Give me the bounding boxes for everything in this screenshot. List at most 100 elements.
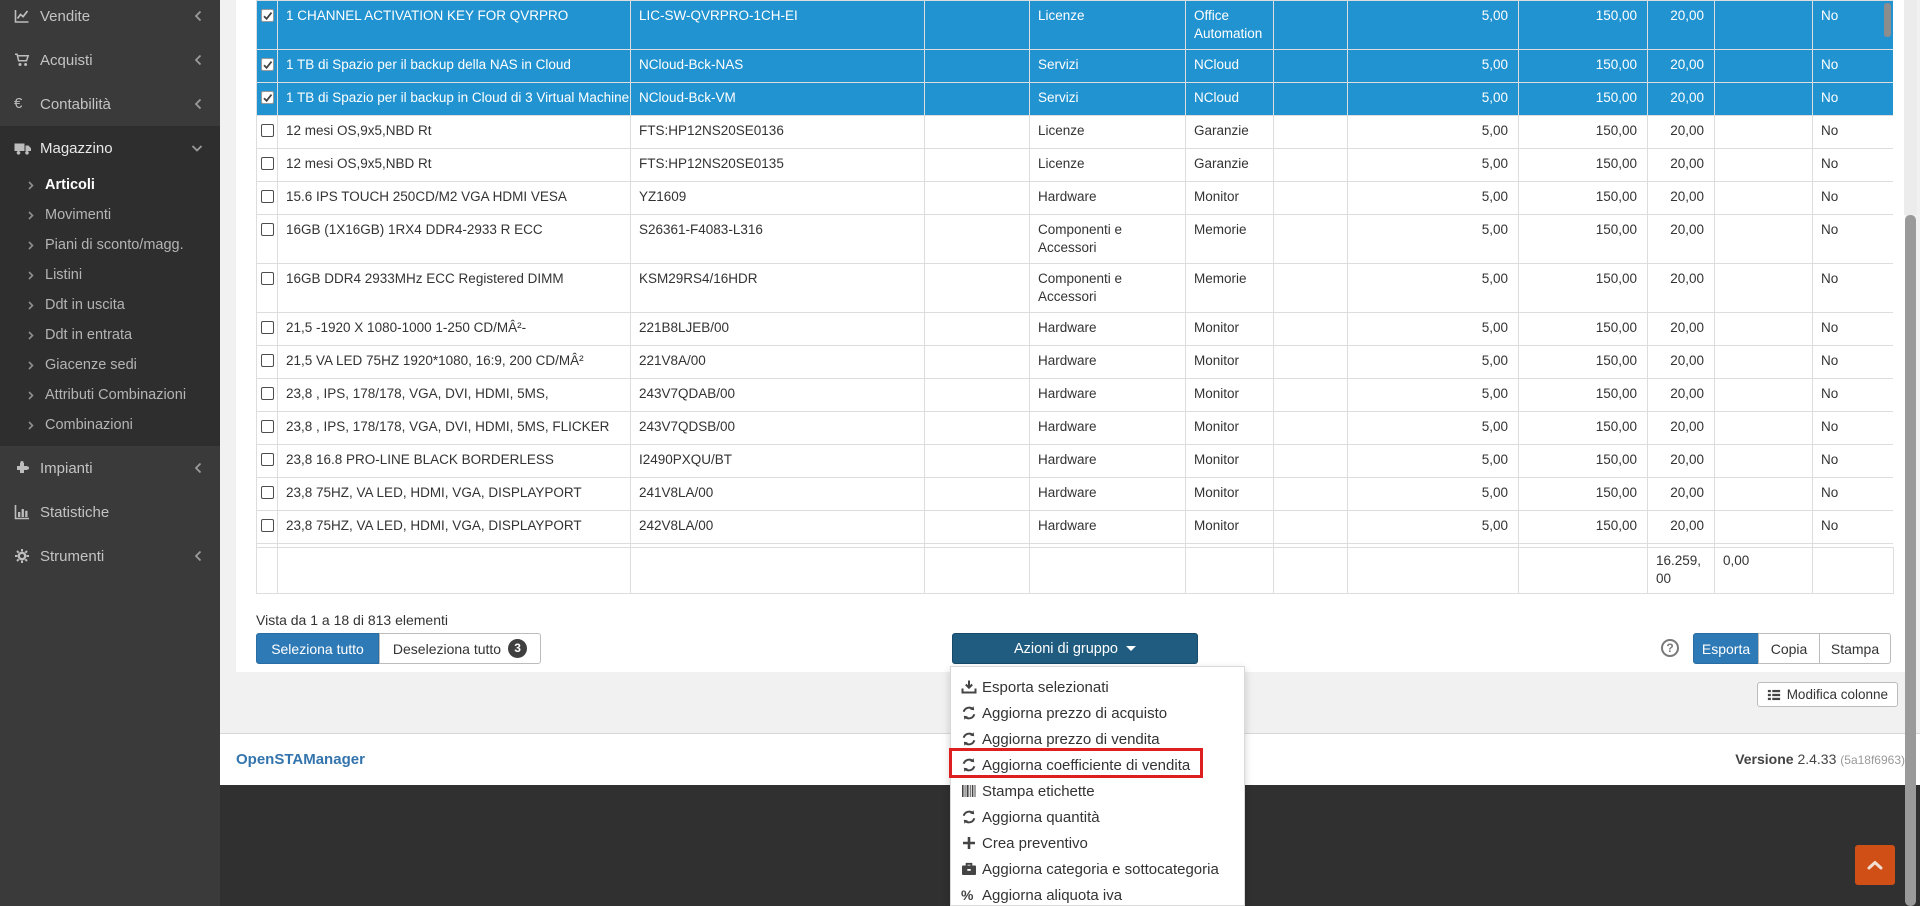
page-scrollbar-thumb[interactable] [1905,215,1916,906]
cell-category: Hardware [1030,313,1186,346]
sidebar-item-acquisti[interactable]: Acquisti [0,38,220,82]
pagination-info: Vista da 1 a 18 di 813 elementi [256,612,448,628]
row-checkbox[interactable] [261,519,274,532]
cell-value-3: 20,00 [1648,511,1715,544]
table-row[interactable]: 16GB (1X16GB) 1RX4 DDR4-2933 R ECCS26361… [257,215,1894,264]
table-row[interactable]: 15.6 IPS TOUCH 250CD/M2 VGA HDMI VESAYZ1… [257,182,1894,215]
sidebar-subitem-listini[interactable]: Listini [0,260,220,290]
cell-code: S26361-F4083-L316 [631,215,925,264]
barcode-icon [961,783,982,799]
sidebar-subitem-giacenze-sedi[interactable]: Giacenze sedi [0,350,220,380]
table-scrollbar-thumb[interactable] [1884,3,1891,37]
print-button[interactable]: Stampa [1819,633,1891,664]
cell-value-2: 150,00 [1519,50,1648,83]
sidebar-subitem-ddt-in-entrata[interactable]: Ddt in entrata [0,320,220,350]
sidebar-item-vendite[interactable]: Vendite [0,0,220,38]
deselect-all-button[interactable]: Deseleziona tutto 3 [379,633,541,664]
row-checkbox[interactable] [261,486,274,499]
sidebar-item-contabilit-[interactable]: €Contabilità [0,82,220,126]
dropdown-item-aggiorna-prezzo-di-vendita[interactable]: Aggiorna prezzo di vendita [951,726,1244,752]
chevron-up-icon [1866,859,1884,871]
row-checkbox[interactable] [261,9,274,22]
cell-subcategory: Monitor [1186,182,1274,215]
sidebar-subitem-combinazioni[interactable]: Combinazioni [0,410,220,440]
cart-icon [14,52,40,68]
sidebar-subitem-articoli[interactable]: Articoli [0,170,220,200]
table-row[interactable]: 16GB DDR4 2933MHz ECC Registered DIMMKSM… [257,264,1894,313]
row-checkbox[interactable] [261,223,274,236]
help-icon[interactable]: ? [1661,639,1679,657]
sidebar-subitem-piani-di-sconto-magg-[interactable]: Piani di sconto/magg. [0,230,220,260]
select-all-button[interactable]: Seleziona tutto [256,633,379,664]
cell-description: 1 CHANNEL ACTIVATION KEY FOR QVRPRO [278,1,631,50]
dropdown-item-aggiorna-quantit-[interactable]: Aggiorna quantità [951,804,1244,830]
row-checkbox[interactable] [261,91,274,104]
cell-category: Hardware [1030,346,1186,379]
table-row[interactable]: 23,8 , IPS, 178/178, VGA, DVI, HDMI, 5MS… [257,379,1894,412]
sidebar-item-impianti[interactable]: Impianti [0,446,220,490]
table-row[interactable]: 23,8 75HZ, VA LED, HDMI, VGA, DISPLAYPOR… [257,511,1894,544]
cell-category: Hardware [1030,511,1186,544]
page-scrollbar-track[interactable] [1904,0,1917,215]
dropdown-item-crea-preventivo[interactable]: Crea preventivo [951,830,1244,856]
dropdown-item-aggiorna-aliquota-iva[interactable]: %Aggiorna aliquota iva [951,882,1244,906]
chevron-right-icon [26,180,35,191]
cell-value-1: 5,00 [1348,83,1519,116]
sidebar-item-strumenti[interactable]: Strumenti [0,534,220,578]
row-checkbox[interactable] [261,124,274,137]
sidebar-item-statistiche[interactable]: Statistiche [0,490,220,534]
table-row[interactable]: 1 CHANNEL ACTIVATION KEY FOR QVRPROLIC-S… [257,1,1894,50]
cell-flag: No [1813,478,1894,511]
row-checkbox[interactable] [261,387,274,400]
cell-value-1: 5,00 [1348,346,1519,379]
export-button[interactable]: Esporta [1693,633,1759,664]
cell-subcategory: Monitor [1186,412,1274,445]
sidebar-group-magazzino: MagazzinoArticoliMovimentiPiani di scont… [0,126,220,446]
table-row[interactable]: 23,8 16.8 PRO-LINE BLACK BORDERLESSI2490… [257,445,1894,478]
sidebar-item-magazzino[interactable]: Magazzino [0,126,220,170]
cell-value-1: 5,00 [1348,511,1519,544]
table-row[interactable]: 23,8 75HZ, VA LED, HDMI, VGA, DISPLAYPOR… [257,478,1894,511]
dropdown-item-stampa-etichette[interactable]: Stampa etichette [951,778,1244,804]
cell-category: Hardware [1030,182,1186,215]
cell-category: Licenze [1030,149,1186,182]
brand-link[interactable]: OpenSTAManager [236,751,365,768]
dropdown-item-esporta-selezionati[interactable]: Esporta selezionati [951,674,1244,700]
dropdown-item-aggiorna-prezzo-di-acquisto[interactable]: Aggiorna prezzo di acquisto [951,700,1244,726]
refresh-icon [961,731,982,747]
cell-code: NCloud-Bck-NAS [631,50,925,83]
sidebar-subitem-attributi-combinazioni[interactable]: Attributi Combinazioni [0,380,220,410]
row-checkbox[interactable] [261,354,274,367]
table-row[interactable]: 21,5 -1920 X 1080-1000 1-250 CD/MÂ²-221B… [257,313,1894,346]
sidebar-menu: VenditeAcquisti€ContabilitàMagazzinoArti… [0,0,220,578]
table-row[interactable]: 23,8 , IPS, 178/178, VGA, DVI, HDMI, 5MS… [257,412,1894,445]
row-checkbox[interactable] [261,190,274,203]
cell-description: 15.6 IPS TOUCH 250CD/M2 VGA HDMI VESA [278,182,631,215]
row-checkbox[interactable] [261,58,274,71]
cell-code: FTS:HP12NS20SE0136 [631,116,925,149]
cell-value-3: 20,00 [1648,50,1715,83]
dropdown-item-label: Aggiorna quantità [982,809,1100,826]
download-icon [961,679,982,695]
cell-description: 21,5 -1920 X 1080-1000 1-250 CD/MÂ²- [278,313,631,346]
edit-columns-button[interactable]: Modifica colonne [1757,682,1898,707]
dropdown-item-aggiorna-categoria-e-sottocategoria[interactable]: Aggiorna categoria e sottocategoria [951,856,1244,882]
sidebar-subitem-movimenti[interactable]: Movimenti [0,200,220,230]
copy-button[interactable]: Copia [1758,633,1820,664]
cell-value-3: 20,00 [1648,346,1715,379]
table-row[interactable]: 21,5 VA LED 75HZ 1920*1080, 16:9, 200 CD… [257,346,1894,379]
group-actions-button[interactable]: Azioni di gruppo [952,633,1198,664]
dropdown-item-aggiorna-coefficiente-di-vendita[interactable]: Aggiorna coefficiente di vendita [951,752,1244,778]
row-checkbox[interactable] [261,420,274,433]
table-row[interactable]: 1 TB di Spazio per il backup della NAS i… [257,50,1894,83]
row-checkbox[interactable] [261,157,274,170]
row-checkbox[interactable] [261,321,274,334]
row-checkbox[interactable] [261,453,274,466]
table-row[interactable]: 1 TB di Spazio per il backup in Cloud di… [257,83,1894,116]
cell-value-1: 5,00 [1348,215,1519,264]
row-checkbox[interactable] [261,272,274,285]
table-row[interactable]: 12 mesi OS,9x5,NBD RtFTS:HP12NS20SE0135L… [257,149,1894,182]
sidebar-subitem-ddt-in-uscita[interactable]: Ddt in uscita [0,290,220,320]
table-row[interactable]: 12 mesi OS,9x5,NBD RtFTS:HP12NS20SE0136L… [257,116,1894,149]
scroll-to-top-button[interactable] [1855,845,1895,885]
